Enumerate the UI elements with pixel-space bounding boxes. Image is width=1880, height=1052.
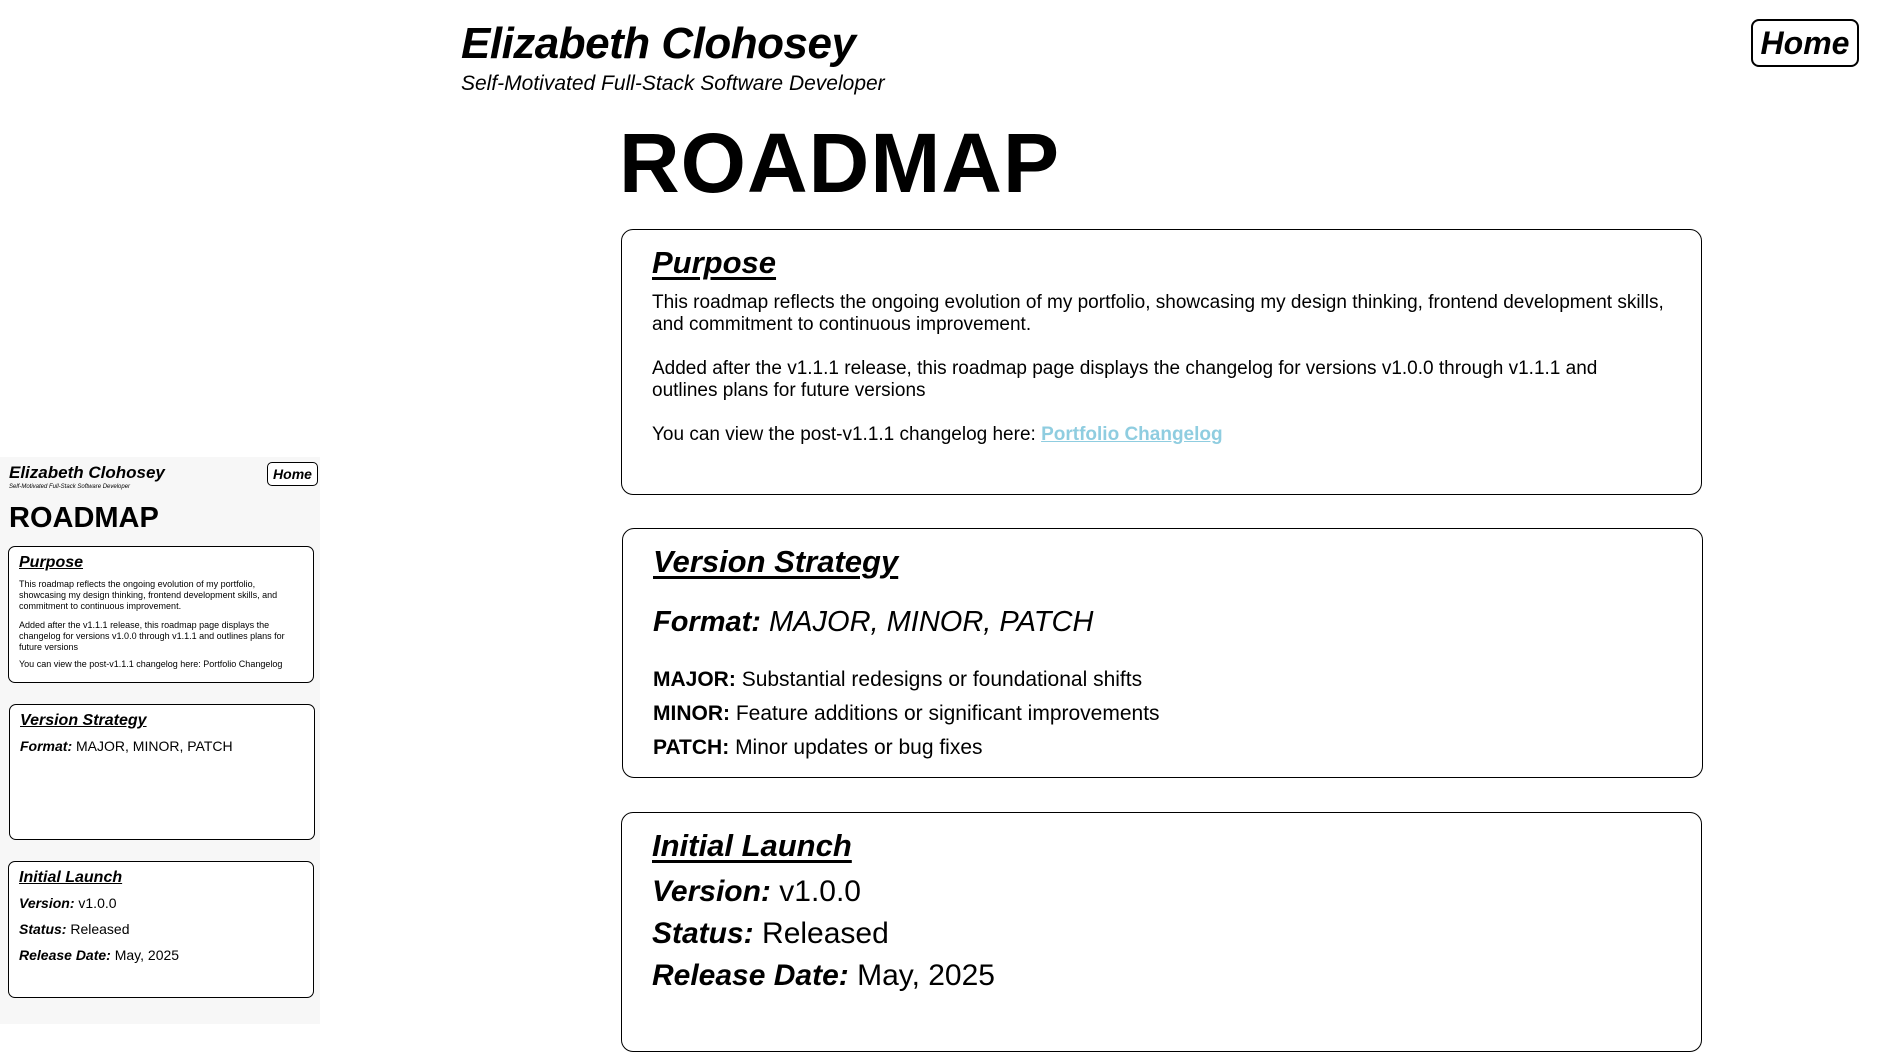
rule-desc: Feature additions or significant improve…: [735, 702, 1160, 725]
mobile-purpose-paragraph-2: Added after the v1.1.1 release, this roa…: [19, 620, 285, 652]
version-strategy-heading: Version Strategy: [653, 544, 899, 579]
mobile-version-label: Version:: [19, 895, 75, 911]
purpose-paragraph-2: Added after the v1.1.1 release, this roa…: [652, 358, 1598, 401]
version-label: Version:: [652, 875, 771, 908]
format-label: Format:: [653, 606, 761, 638]
rule-patch: PATCH: Minor updates or bug fixes: [653, 731, 1672, 765]
mobile-site-name: Elizabeth Clohosey: [9, 463, 165, 482]
initial-launch-card: Initial Launch Version: v1.0.0 Status: R…: [621, 812, 1702, 1052]
format-line: Format: MAJOR, MINOR, PATCH: [653, 605, 1672, 639]
rule-key: MINOR:: [653, 702, 730, 725]
purpose-paragraph-3: You can view the post-v1.1.1 changelog h…: [652, 424, 1671, 446]
mobile-status-value: Released: [70, 921, 130, 937]
status-line: Status: Released: [652, 913, 1671, 955]
site-tagline: Self-Motivated Full-Stack Software Devel…: [461, 72, 885, 95]
version-line: Version: v1.0.0: [652, 871, 1671, 913]
format-value: MAJOR, MINOR, PATCH: [769, 606, 1094, 638]
mobile-preview: Elizabeth Clohosey Self-Motivated Full-S…: [0, 457, 320, 1024]
rule-key: PATCH:: [653, 736, 730, 759]
version-strategy-card: Version Strategy Format: MAJOR, MINOR, P…: [622, 528, 1703, 778]
rule-desc: Minor updates or bug fixes: [735, 736, 983, 759]
mobile-version-value: v1.0.0: [78, 895, 117, 911]
release-date-label: Release Date:: [652, 959, 849, 992]
mobile-version-strategy-card: Version Strategy Format: MAJOR, MINOR, P…: [9, 704, 315, 840]
rule-key: MAJOR:: [653, 668, 736, 691]
release-date-line: Release Date: May, 2025: [652, 955, 1671, 997]
mobile-page-title: ROADMAP: [9, 502, 159, 534]
changelog-prefix: You can view the post-v1.1.1 changelog h…: [652, 424, 1042, 445]
mobile-home-button[interactable]: Home: [267, 462, 318, 486]
mobile-purpose-card: Purpose This roadmap reflects the ongoin…: [8, 546, 314, 683]
version-value: v1.0.0: [779, 875, 861, 908]
mobile-release-date-value: May, 2025: [114, 947, 180, 963]
home-button[interactable]: Home: [1751, 19, 1859, 67]
mobile-purpose-heading: Purpose: [19, 554, 84, 571]
purpose-card: Purpose This roadmap reflects the ongoin…: [621, 229, 1702, 495]
purpose-paragraph-1: This roadmap reflects the ongoing evolut…: [652, 292, 1664, 335]
mobile-initial-launch-heading: Initial Launch: [19, 869, 123, 886]
mobile-purpose-paragraph-3[interactable]: You can view the post-v1.1.1 changelog h…: [19, 659, 303, 670]
mobile-status-label: Status:: [19, 921, 67, 937]
rule-desc: Substantial redesigns or foundational sh…: [741, 668, 1143, 691]
mobile-version-line: Version: v1.0.0: [19, 890, 303, 916]
mobile-format-value: MAJOR, MINOR, PATCH: [76, 738, 233, 754]
version-rules-list: MAJOR: Substantial redesigns or foundati…: [653, 663, 1672, 765]
mobile-format-line: Format: MAJOR, MINOR, PATCH: [20, 737, 304, 755]
release-date-value: May, 2025: [857, 959, 995, 992]
page-title: ROADMAP: [619, 116, 1060, 210]
mobile-purpose-paragraph-1: This roadmap reflects the ongoing evolut…: [19, 579, 278, 611]
mobile-release-date-line: Release Date: May, 2025: [19, 942, 303, 968]
launch-details: Version: v1.0.0 Status: Released Release…: [652, 871, 1671, 997]
mobile-format-label: Format:: [20, 738, 73, 754]
rule-minor: MINOR: Feature additions or significant …: [653, 697, 1672, 731]
mobile-version-strategy-heading: Version Strategy: [20, 712, 147, 729]
site-name: Elizabeth Clohosey: [461, 19, 856, 68]
mobile-site-tagline: Self-Motivated Full-Stack Software Devel…: [9, 484, 131, 490]
purpose-heading: Purpose: [652, 245, 777, 280]
site-header: Elizabeth Clohosey Self-Motivated Full-S…: [461, 20, 885, 96]
rule-major: MAJOR: Substantial redesigns or foundati…: [653, 663, 1672, 697]
mobile-launch-details: Version: v1.0.0 Status: Released Release…: [19, 890, 303, 968]
mobile-status-line: Status: Released: [19, 916, 303, 942]
mobile-initial-launch-card: Initial Launch Version: v1.0.0 Status: R…: [8, 861, 314, 998]
status-label: Status:: [652, 917, 754, 950]
status-value: Released: [762, 917, 889, 950]
initial-launch-heading: Initial Launch: [652, 828, 852, 863]
portfolio-changelog-link[interactable]: Portfolio Changelog: [1041, 424, 1223, 445]
mobile-release-date-label: Release Date:: [19, 947, 111, 963]
